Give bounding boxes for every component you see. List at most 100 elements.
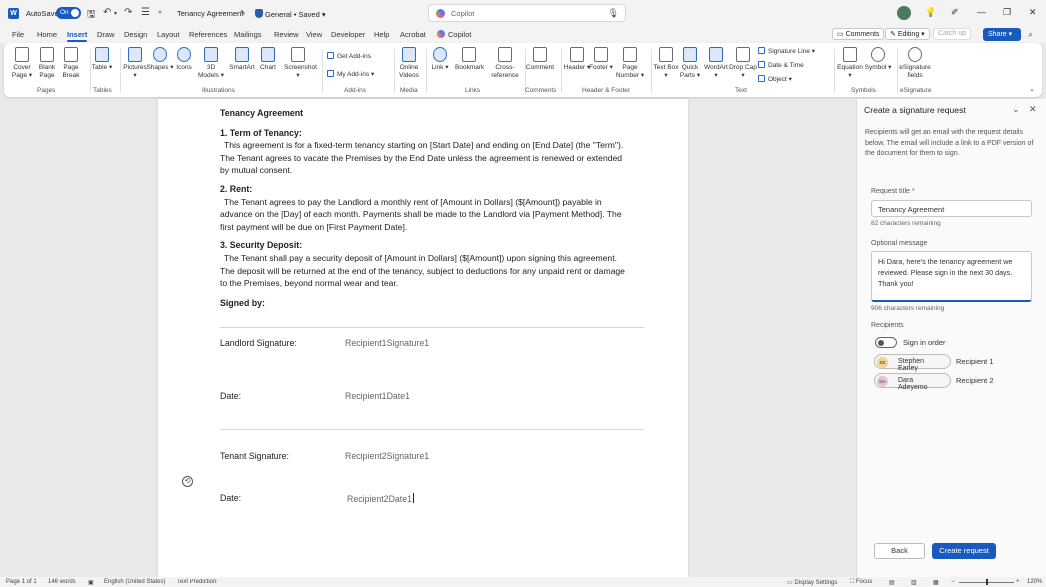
zoom-out-icon[interactable]: − xyxy=(951,579,955,585)
redo-icon[interactable]: ↷ xyxy=(124,7,132,18)
tab-draw[interactable]: Draw xyxy=(97,30,115,39)
page-break-button[interactable]: Page Break xyxy=(57,47,85,80)
tab-design[interactable]: Design xyxy=(124,30,147,39)
word-count[interactable]: 146 words xyxy=(48,579,76,585)
document-title[interactable]: Tenancy Agreement xyxy=(177,9,243,18)
document-page[interactable]: Tenancy Agreement 1. Term of Tenancy: Th… xyxy=(158,99,688,577)
tenant-date-field[interactable]: Recipient2Date1 xyxy=(347,493,415,504)
list-icon[interactable]: ☰ xyxy=(141,7,150,18)
cross-reference-button[interactable]: Cross-reference xyxy=(488,47,522,80)
signature-line-button[interactable]: Signature Line ▾ xyxy=(758,47,815,55)
request-title-input[interactable]: Tenancy Agreement xyxy=(871,200,1032,217)
equation-button[interactable]: Equation ▾ xyxy=(835,47,865,80)
back-button[interactable]: Back xyxy=(874,543,925,559)
recipient-chip-2[interactable]: DA Dara Adeyemo xyxy=(874,373,951,391)
link-button[interactable]: Link ▾ xyxy=(426,47,454,72)
zoom-level[interactable]: 120% xyxy=(1027,579,1042,585)
comments-button[interactable]: ▭ Comments xyxy=(832,28,885,40)
user-avatar[interactable] xyxy=(897,6,911,20)
online-videos-button[interactable]: Online Videos xyxy=(395,47,423,80)
footer-button[interactable]: Footer ▾ xyxy=(587,47,615,72)
display-settings[interactable]: ▭ Display Settings xyxy=(787,579,837,586)
focus-mode[interactable]: ⛶ Focus xyxy=(850,579,872,586)
read-mode-icon[interactable]: ▤ xyxy=(889,579,895,586)
drop-cap-button[interactable]: Drop Cap ▾ xyxy=(729,47,757,80)
shield-icon xyxy=(255,9,263,18)
3d-models-button[interactable]: 3D Models ▾ xyxy=(197,47,225,80)
recipient-chip-1[interactable]: SE Stephen Earley xyxy=(874,354,951,372)
landlord-date-field[interactable]: Recipient1Date1 xyxy=(345,391,410,401)
pen-icon[interactable]: ✐ xyxy=(951,7,959,18)
document-body[interactable]: Tenancy Agreement 1. Term of Tenancy: Th… xyxy=(220,107,630,309)
track-changes-icon[interactable]: ⟲ xyxy=(182,476,193,487)
tab-references[interactable]: References xyxy=(189,30,227,39)
minimize-icon[interactable]: — xyxy=(977,7,986,17)
sign-in-order-toggle[interactable] xyxy=(875,337,897,348)
create-request-button[interactable]: Create request xyxy=(932,543,996,559)
customize-toolbar-icon[interactable]: ⩡ xyxy=(158,9,162,17)
table-button[interactable]: Table ▾ xyxy=(88,47,116,72)
pictures-icon xyxy=(128,47,142,62)
web-layout-icon[interactable]: ▦ xyxy=(933,579,939,586)
get-addins-button[interactable]: Get Add-ins xyxy=(327,52,371,60)
close-window-icon[interactable]: ✕ xyxy=(1029,7,1037,18)
edit-title-icon[interactable]: ✎ xyxy=(240,9,246,17)
print-layout-icon[interactable]: ▥ xyxy=(911,579,917,586)
bookmark-button[interactable]: Bookmark xyxy=(455,47,484,72)
editing-mode-button[interactable]: ✎ Editing ▾ xyxy=(885,28,930,40)
tab-file[interactable]: File xyxy=(12,30,24,39)
copilot-search-box[interactable]: Copilot 🎙 xyxy=(428,4,626,22)
date-time-button[interactable]: Date & Time xyxy=(758,61,804,69)
catch-up-button[interactable]: Catch up xyxy=(933,28,972,40)
pane-options-icon[interactable]: ⌄ xyxy=(1012,104,1020,115)
pictures-button[interactable]: Pictures ▾ xyxy=(121,47,149,80)
object-button[interactable]: Object ▾ xyxy=(758,75,792,83)
tab-insert[interactable]: Insert xyxy=(67,30,88,42)
tab-help[interactable]: Help xyxy=(374,30,389,39)
autosave-toggle[interactable]: On xyxy=(56,7,81,19)
share-button[interactable]: Share ▾ xyxy=(983,28,1021,41)
screenshot-button[interactable]: Screenshot ▾ xyxy=(284,47,317,80)
symbol-button[interactable]: Symbol ▾ xyxy=(864,47,892,72)
tab-developer[interactable]: Developer xyxy=(331,30,365,39)
icons-button[interactable]: Icons xyxy=(170,47,198,72)
zoom-in-icon[interactable]: + xyxy=(1016,579,1020,585)
title-bar: W AutoSave On 🖫 ↶ ▾ ↷ ☰ ⩡ Tenancy Agreem… xyxy=(0,0,1046,27)
undo-dropdown-icon[interactable]: ▾ xyxy=(114,10,117,17)
language[interactable]: English (United States) xyxy=(104,579,165,585)
tab-view[interactable]: View xyxy=(306,30,322,39)
esignature-fields-button[interactable]: eSignature fields xyxy=(897,47,933,80)
wordart-button[interactable]: WordArt ▾ xyxy=(702,47,730,80)
zoom-slider-thumb[interactable] xyxy=(986,579,988,585)
activity-icon[interactable]: ⌕ xyxy=(1028,29,1033,40)
microphone-icon[interactable]: 🎙 xyxy=(608,8,619,19)
comment-button[interactable]: Comment xyxy=(525,47,555,72)
tab-home[interactable]: Home xyxy=(37,30,57,39)
tab-mailings[interactable]: Mailings xyxy=(234,30,262,39)
quick-parts-button[interactable]: Quick Parts ▾ xyxy=(676,47,704,80)
tab-acrobat[interactable]: Acrobat xyxy=(400,30,426,39)
copilot-icon xyxy=(436,9,445,18)
pane-close-icon[interactable]: ✕ xyxy=(1029,104,1037,115)
smartart-button[interactable]: SmartArt xyxy=(228,47,256,72)
tenant-signature-field[interactable]: Recipient2Signature1 xyxy=(345,451,429,461)
save-icon[interactable]: 🖫 xyxy=(87,7,96,24)
lightbulb-icon[interactable]: 💡 xyxy=(925,7,936,18)
restore-icon[interactable]: ❐ xyxy=(1003,7,1011,18)
proofing-icon[interactable]: ▣ xyxy=(88,579,94,586)
page-count[interactable]: Page 1 of 1 xyxy=(6,579,37,585)
chart-button[interactable]: Chart xyxy=(254,47,282,72)
optional-message-textarea[interactable]: Hi Dara, here's the tenancy agreement we… xyxy=(871,251,1032,302)
landlord-signature-field[interactable]: Recipient1Signature1 xyxy=(345,338,429,348)
text-predictions[interactable]: Text Predictions: On xyxy=(177,579,217,585)
tab-layout[interactable]: Layout xyxy=(157,30,180,39)
page-number-button[interactable]: Page Number ▾ xyxy=(614,47,646,80)
cover-page-button[interactable]: Cover Page ▾ xyxy=(8,47,36,80)
tab-copilot[interactable]: Copilot xyxy=(437,30,471,39)
pictures-label: Pictures xyxy=(123,64,147,71)
my-addins-button[interactable]: My Add-ins ▾ xyxy=(327,70,374,78)
sensitivity-label[interactable]: General • Saved ▾ xyxy=(255,9,326,19)
undo-icon[interactable]: ↶ xyxy=(103,7,111,18)
tab-review[interactable]: Review xyxy=(274,30,299,39)
collapse-ribbon-icon[interactable]: ⌄ xyxy=(1029,85,1035,93)
